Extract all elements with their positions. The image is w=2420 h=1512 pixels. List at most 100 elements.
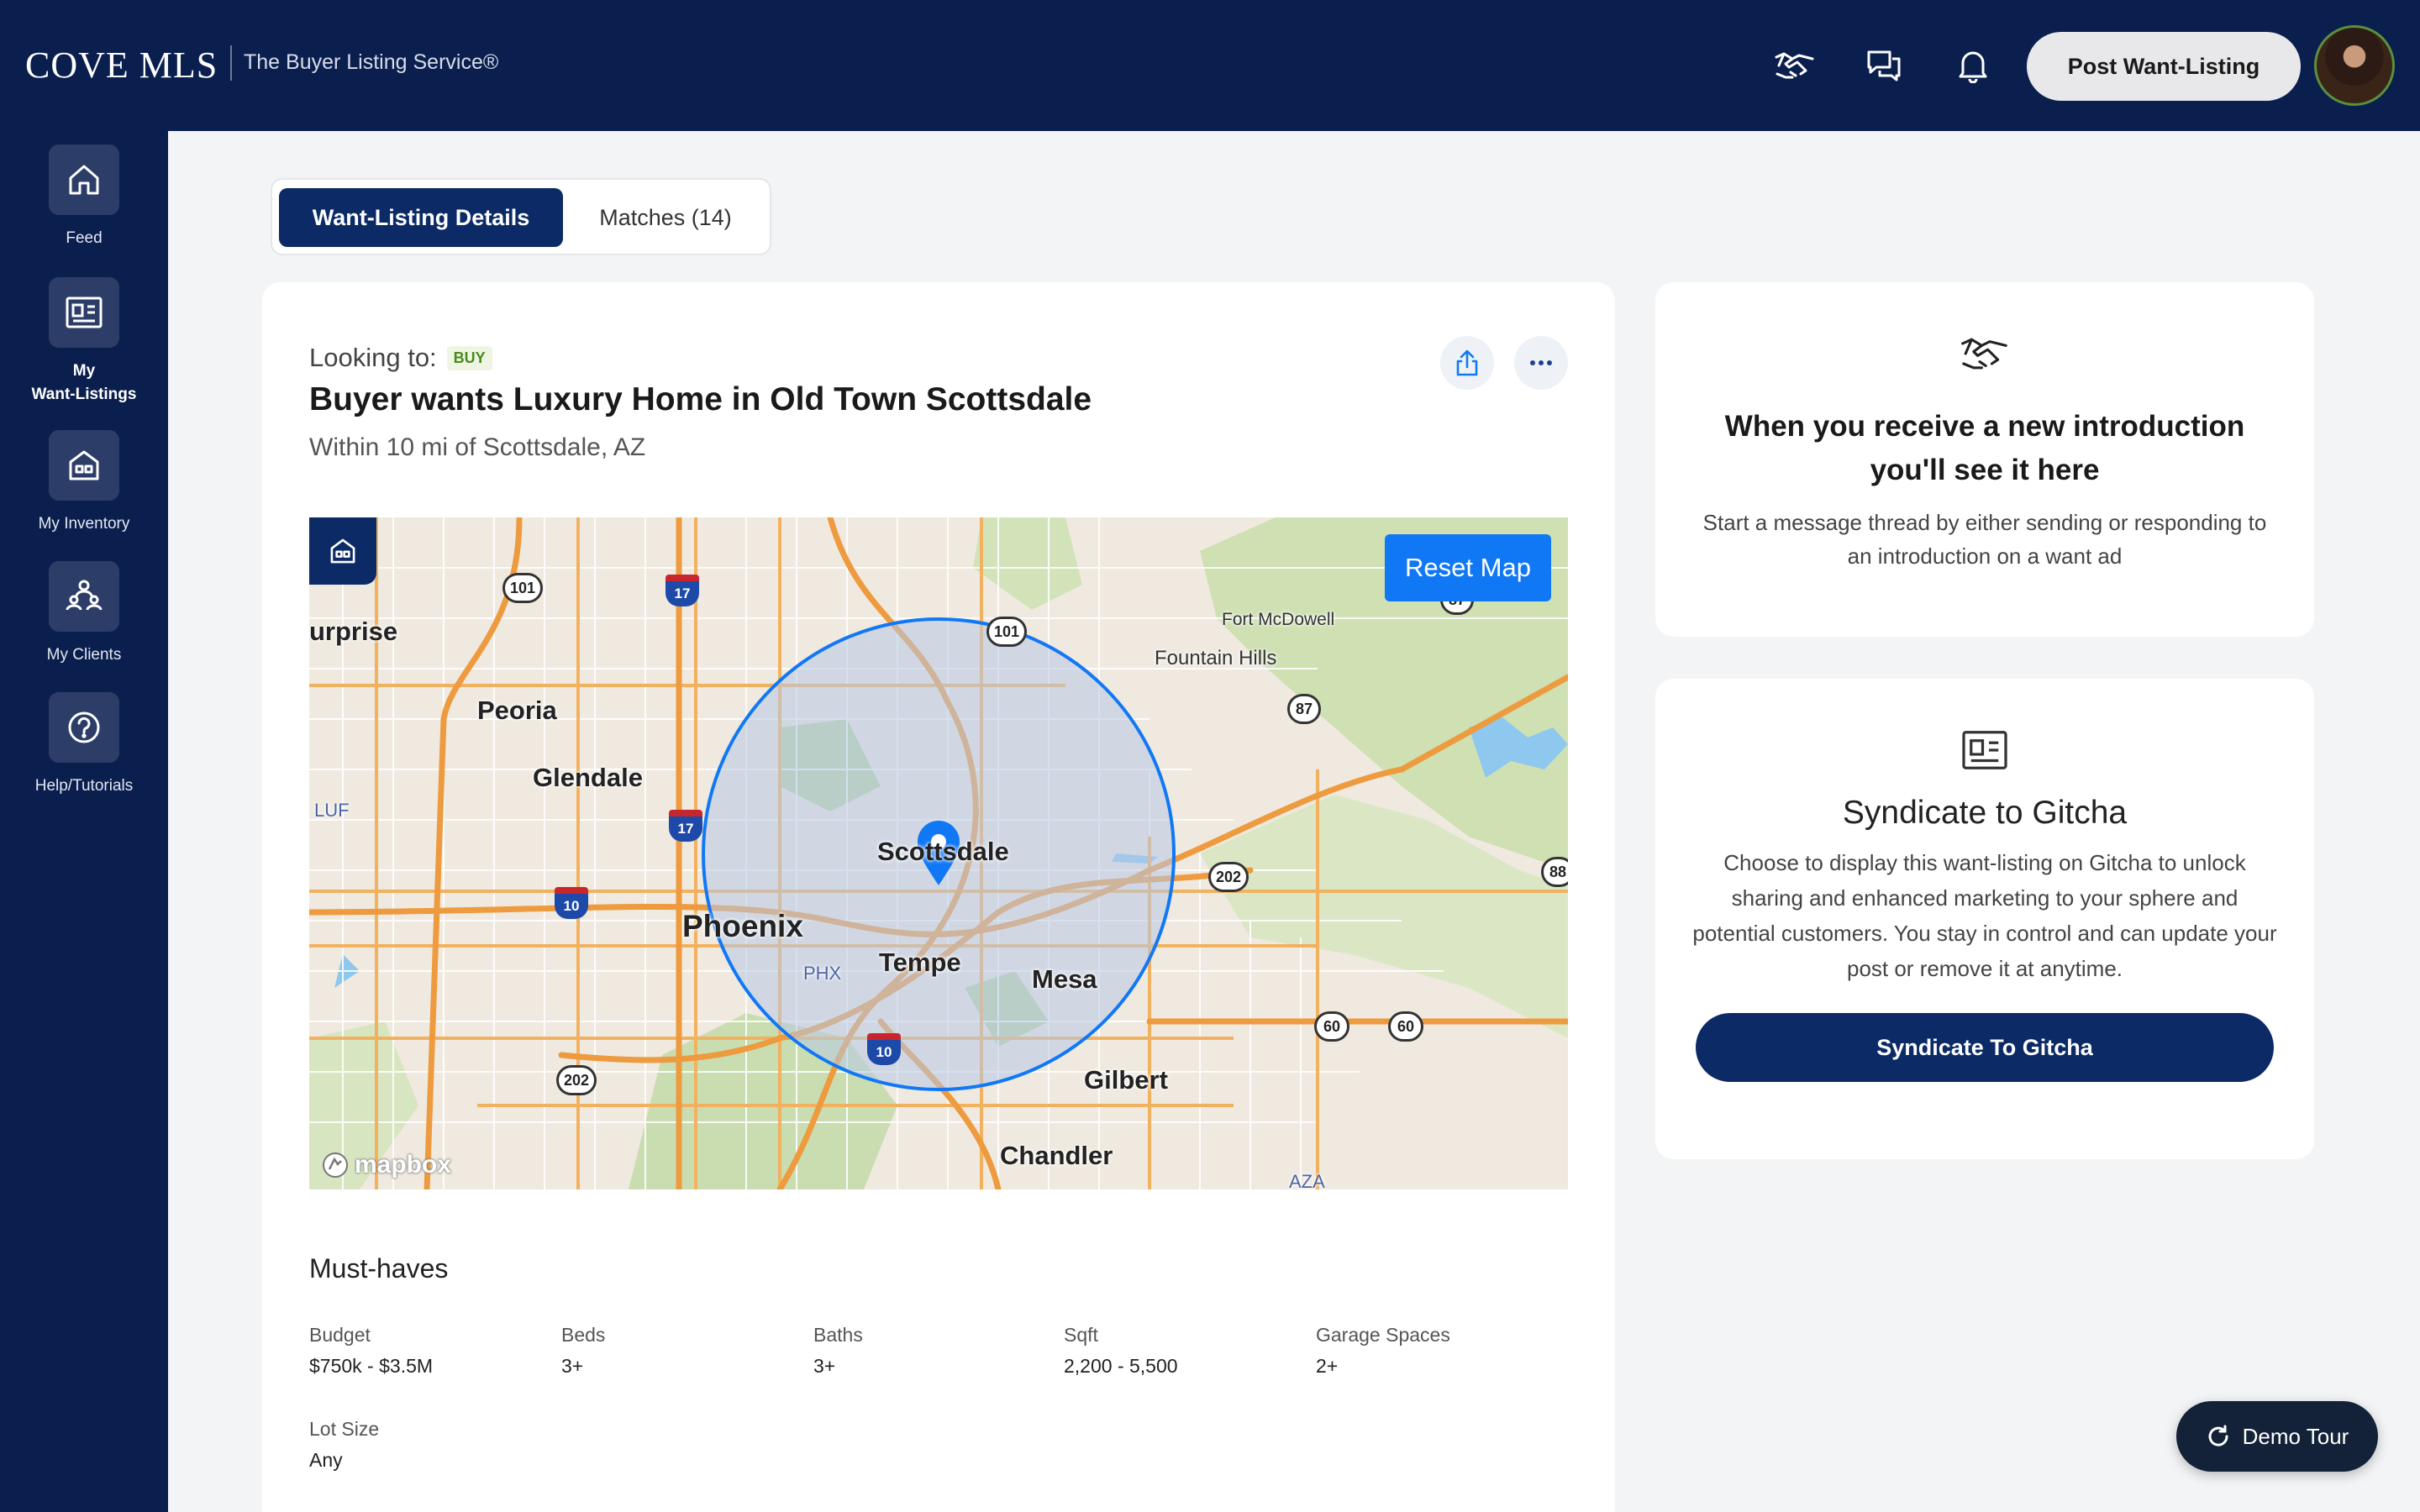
map-label-peoria: Peoria (477, 696, 557, 725)
sidebar-item-label: Help/Tutorials (34, 777, 134, 795)
mapbox-wordmark: mapbox (355, 1151, 452, 1179)
route-shield-60: 60 (1314, 1011, 1349, 1042)
must-have-label: Garage Spaces (1316, 1324, 1450, 1346)
share-button[interactable] (1440, 336, 1494, 390)
search-radius-map[interactable]: urprise Peoria Glendale Phoenix Scottsda… (309, 517, 1568, 1189)
messages-icon[interactable] (1860, 42, 1907, 89)
must-have-value: 3+ (561, 1355, 584, 1377)
listing-title: Buyer wants Luxury Home in Old Town Scot… (309, 381, 1092, 417)
reset-map-button[interactable]: Reset Map (1385, 534, 1551, 601)
cove-mls-logo[interactable]: COVE MLS (25, 44, 218, 87)
map-label-luf-airport: LUF (314, 800, 350, 821)
looking-to-label: Looking to: (309, 343, 437, 372)
must-have-label: Beds (561, 1324, 606, 1346)
house-icon (49, 430, 119, 501)
sidebar-item-label: My Inventory (38, 515, 130, 533)
must-have-label: Sqft (1064, 1324, 1098, 1346)
looking-to-row: Looking to: BUY (309, 343, 492, 373)
must-have-label: Budget (309, 1324, 371, 1346)
notifications-bell-icon[interactable] (1949, 42, 1996, 89)
syndicate-card-heading: Syndicate to Gitcha (1842, 795, 2128, 831)
must-have-beds: Beds 3+ (561, 1324, 605, 1378)
sidebar-item-my-clients[interactable]: My Clients (0, 561, 168, 667)
map-label-glendale: Glendale (533, 763, 643, 792)
map-label-fort-mcdowell: Fort McDowell (1222, 610, 1335, 629)
sidebar-item-label: My Clients (46, 646, 122, 664)
listing-icon (1960, 729, 2010, 774)
route-shield-87: 87 (1287, 694, 1321, 724)
must-have-label: Baths (813, 1324, 863, 1346)
map-label-scottsdale: Scottsdale (877, 837, 1009, 866)
post-want-listing-button[interactable]: Post Want-Listing (2027, 32, 2301, 101)
demo-tour-label: Demo Tour (2242, 1423, 2349, 1449)
handshake-icon[interactable] (1771, 42, 1818, 89)
must-have-budget: Budget $750k - $3.5M (309, 1324, 433, 1378)
introductions-card: When you receive a new introduction you'… (1655, 282, 2314, 637)
must-have-sqft: Sqft 2,200 - 5,500 (1064, 1324, 1178, 1378)
more-options-button[interactable] (1514, 336, 1568, 390)
sidebar-item-label: My Want-Listings (31, 362, 137, 403)
listing-tabs: Want-Listing Details Matches (14) (271, 178, 771, 255)
sidebar-item-my-want-listings[interactable]: My Want-Listings (0, 277, 168, 407)
route-shield-60: 60 (1388, 1011, 1423, 1042)
buy-badge: BUY (446, 345, 492, 370)
side-navigation: Feed My Want-Listings My Inventory My Cl… (0, 131, 168, 1512)
want-listing-card: Looking to: BUY Buyer wants Luxury Home … (262, 282, 1615, 1512)
user-avatar[interactable] (2314, 25, 2395, 106)
must-have-value: $750k - $3.5M (309, 1355, 434, 1377)
map-label-fountain-hills: Fountain Hills (1155, 647, 1277, 669)
route-shield-202: 202 (556, 1065, 597, 1095)
house-icon (330, 538, 355, 564)
ellipsis-icon (1530, 360, 1552, 365)
map-label-mesa: Mesa (1032, 964, 1097, 994)
mapbox-attribution[interactable]: mapbox (321, 1151, 451, 1179)
interstate-shield-10: 10 (867, 1033, 901, 1065)
sidebar-item-help-tutorials[interactable]: Help/Tutorials (0, 692, 168, 798)
intro-card-body: Start a message thread by either sending… (1702, 510, 2267, 569)
sidebar-item-label: Feed (66, 229, 103, 247)
must-have-value: 2+ (1316, 1355, 1339, 1377)
map-label-phoenix: Phoenix (682, 909, 803, 943)
syndicate-card-body: Choose to display this want-listing on G… (1692, 850, 2277, 981)
interstate-shield-10: 10 (555, 887, 588, 919)
sidebar-item-my-inventory[interactable]: My Inventory (0, 430, 168, 536)
map-label-surprise: urprise (309, 617, 398, 646)
intro-card-heading: When you receive a new introduction you'… (1724, 410, 2245, 486)
map-label-phx-airport: PHX (803, 963, 842, 984)
syndicate-card: Syndicate to Gitcha Choose to display th… (1655, 679, 2314, 1159)
must-have-label: Lot Size (309, 1418, 380, 1440)
map-label-chandler: Chandler (1000, 1141, 1113, 1170)
top-bar: COVE MLS The Buyer Listing Service® Post… (0, 0, 2420, 131)
map-label-gilbert: Gilbert (1084, 1065, 1168, 1095)
map-label-tempe: Tempe (879, 948, 961, 977)
route-shield-202: 202 (1208, 862, 1249, 892)
route-shield-101: 101 (502, 573, 543, 603)
must-have-baths: Baths 3+ (813, 1324, 863, 1378)
handshake-icon (1960, 333, 2010, 375)
share-icon (1456, 349, 1478, 376)
listing-location: Within 10 mi of Scottsdale, AZ (309, 433, 646, 461)
home-icon (49, 144, 119, 215)
listing-icon (49, 277, 119, 348)
must-have-value: Any (309, 1449, 343, 1471)
must-have-value: 2,200 - 5,500 (1064, 1355, 1178, 1377)
clients-icon (49, 561, 119, 632)
syndicate-to-gitcha-button[interactable]: Syndicate To Gitcha (1696, 1013, 2274, 1082)
tab-matches[interactable]: Matches (14) (570, 188, 761, 247)
sidebar-item-feed[interactable]: Feed (0, 144, 168, 250)
must-have-lot-size: Lot Size Any (309, 1418, 379, 1472)
property-layer-toggle[interactable] (309, 517, 376, 585)
route-shield-88: 88 (1541, 857, 1568, 887)
interstate-shield-17: 17 (666, 575, 699, 606)
must-have-value: 3+ (813, 1355, 836, 1377)
interstate-shield-17: 17 (669, 810, 702, 842)
route-shield-101: 101 (986, 617, 1027, 647)
demo-tour-button[interactable]: Demo Tour (2176, 1401, 2378, 1472)
refresh-icon (2208, 1425, 2228, 1446)
logo-divider (230, 45, 232, 81)
must-have-garage-spaces: Garage Spaces 2+ (1316, 1324, 1450, 1378)
must-haves-title: Must-haves (309, 1253, 449, 1284)
tab-want-listing-details[interactable]: Want-Listing Details (279, 188, 563, 247)
mapbox-logo-icon (323, 1152, 348, 1178)
help-icon (49, 692, 119, 763)
